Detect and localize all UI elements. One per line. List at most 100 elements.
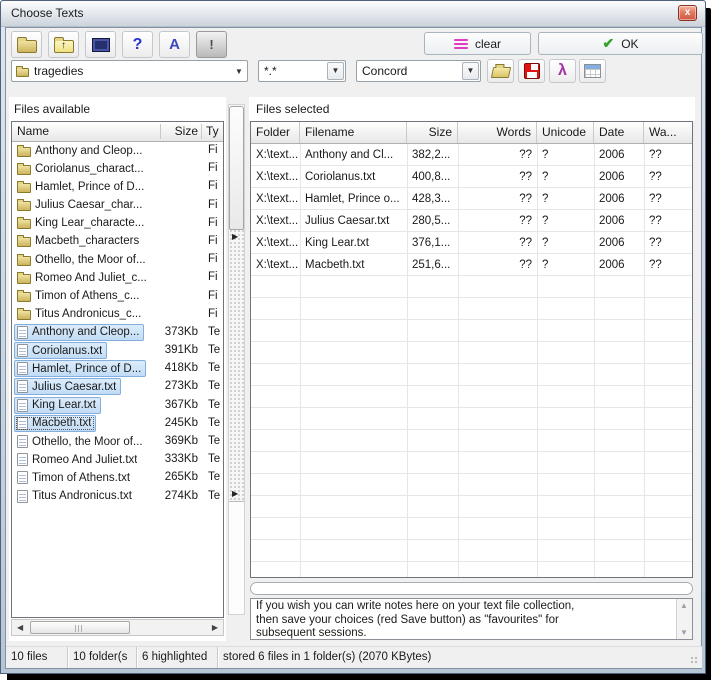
file-name: Timon of Athens.txt <box>32 472 130 484</box>
table-row[interactable]: X:\text...King Lear.txt376,1...???2006?? <box>251 232 692 254</box>
table-row[interactable]: X:\text...Coriolanus.txt400,8...???2006?… <box>251 166 692 188</box>
table-row[interactable]: X:\text...Hamlet, Prince o...428,3...???… <box>251 188 692 210</box>
chevron-down-icon[interactable]: ▼ <box>327 62 344 80</box>
splitter-arrow-icon[interactable]: ▶ <box>232 232 238 241</box>
folder-up-button[interactable]: ↑ <box>48 31 79 58</box>
list-item-folder[interactable]: Hamlet, Prince of D...Fi <box>12 178 223 196</box>
lambda-button[interactable]: λ <box>549 59 576 83</box>
scrollbar-thumb[interactable] <box>30 621 130 634</box>
type-cell: Te <box>208 362 220 374</box>
grid-window-button[interactable] <box>579 59 606 83</box>
column-size[interactable]: Size <box>175 124 198 138</box>
folder-name: Coriolanus_charact... <box>35 163 144 175</box>
table-cell: ? <box>537 232 594 254</box>
list-item-folder[interactable]: Macbeth_charactersFi <box>12 233 223 251</box>
table-row[interactable]: X:\text...Macbeth.txt251,6...???2006?? <box>251 254 692 276</box>
scroll-right-icon[interactable]: ▶ <box>212 623 218 632</box>
table-cell: ? <box>537 188 594 210</box>
title-bar[interactable]: Choose Texts x <box>1 1 705 27</box>
size-cell: 391Kb <box>165 344 198 356</box>
table-row[interactable]: X:\text...Julius Caesar.txt280,5...???20… <box>251 210 692 232</box>
scrollbar-thumb[interactable] <box>229 106 244 230</box>
table-cell: 2006 <box>594 144 644 166</box>
help-button[interactable]: ? <box>122 31 153 58</box>
view-button[interactable] <box>85 31 116 58</box>
list-item-file[interactable]: King Lear.txt367KbTe <box>12 397 223 415</box>
list-item-folder[interactable]: Julius Caesar_char...Fi <box>12 197 223 215</box>
column-type[interactable]: Ty <box>206 124 219 138</box>
scroll-down-icon[interactable]: ▼ <box>680 628 688 637</box>
status-files: 10 files <box>6 647 68 668</box>
type-cell: Fi <box>208 290 218 302</box>
header-divider <box>160 124 161 139</box>
type-cell: Fi <box>208 217 218 229</box>
tool-combo[interactable]: Concord ▼ <box>356 60 481 82</box>
column-unicode[interactable]: Unicode <box>537 122 594 143</box>
column-warnings[interactable]: Wa... <box>644 122 692 143</box>
list-item-file[interactable]: Timon of Athens.txt265KbTe <box>12 469 223 487</box>
text-file-icon <box>17 362 28 375</box>
chevron-down-icon[interactable]: ▼ <box>462 62 479 80</box>
vertical-scrollbar[interactable]: ▶ ▶ <box>228 104 245 615</box>
clear-label: clear <box>475 37 501 51</box>
type-cell: Fi <box>208 162 218 174</box>
folder-combo[interactable]: tragedies ▼ <box>11 60 248 82</box>
list-item-file[interactable]: Anthony and Cleop...373KbTe <box>12 324 223 342</box>
column-size[interactable]: Size <box>407 122 458 143</box>
list-item-folder[interactable]: Titus Andronicus_c...Fi <box>12 306 223 324</box>
table-row[interactable]: X:\text...Anthony and Cl...382,2...???20… <box>251 144 692 166</box>
column-words[interactable]: Words <box>458 122 537 143</box>
drive-button-disabled: ! <box>196 31 227 58</box>
list-item-folder[interactable]: Timon of Athens_c...Fi <box>12 288 223 306</box>
text-file-icon <box>17 435 28 448</box>
file-name: Romeo And Juliet.txt <box>32 454 137 466</box>
ok-button[interactable]: ✔ OK <box>538 32 703 55</box>
table-cell: 376,1... <box>407 232 458 254</box>
list-item-folder[interactable]: Anthony and Cleop...Fi <box>12 142 223 160</box>
folder-icon <box>17 274 31 284</box>
table-cell: ? <box>537 210 594 232</box>
open-folder-button[interactable] <box>11 31 42 58</box>
row-highlight: Macbeth_characters <box>14 233 144 250</box>
list-item-file[interactable]: Romeo And Juliet.txt333KbTe <box>12 451 223 469</box>
files-available-list[interactable]: Name Size Ty Anthony and Cleop...FiCorio… <box>11 121 224 618</box>
list-item-folder[interactable]: Othello, the Moor of...Fi <box>12 251 223 269</box>
file-name: Anthony and Cleop... <box>32 326 139 338</box>
column-filename[interactable]: Filename <box>300 122 407 143</box>
list-item-file[interactable]: Titus Andronicus.txt274KbTe <box>12 488 223 506</box>
table-cell: ?? <box>458 210 537 232</box>
pattern-combo[interactable]: *.* ▼ <box>258 60 346 82</box>
notes-text[interactable]: If you wish you can write notes here on … <box>256 600 672 641</box>
notes-area[interactable]: If you wish you can write notes here on … <box>250 598 693 640</box>
choose-texts-window: Choose Texts x ↑ ? A ! clear ✔ OK trage <box>0 0 706 674</box>
list-item-file[interactable]: Coriolanus.txt391KbTe <box>12 342 223 360</box>
clear-button[interactable]: clear <box>424 32 531 55</box>
folder-icon <box>17 237 31 247</box>
notes-scrollbar[interactable]: ▲ ▼ <box>676 599 692 639</box>
column-date[interactable]: Date <box>594 122 644 143</box>
font-button[interactable]: A <box>159 31 190 58</box>
splitter-arrow-icon[interactable]: ▶ <box>232 489 238 498</box>
list-item-folder[interactable]: Coriolanus_charact... Fi <box>12 160 223 178</box>
open-folder-icon <box>490 67 510 78</box>
column-name[interactable]: Name <box>17 124 49 138</box>
row-highlight: King Lear.txt <box>14 397 101 414</box>
chevron-down-icon[interactable]: ▼ <box>231 67 247 76</box>
close-button[interactable]: x <box>678 5 697 21</box>
open-favourites-button[interactable] <box>487 59 514 83</box>
files-selected-table[interactable]: Folder Filename Size Words Unicode Date … <box>250 121 693 578</box>
list-item-file[interactable]: Othello, the Moor of...369KbTe <box>12 433 223 451</box>
list-item-file[interactable]: Hamlet, Prince of D...418KbTe <box>12 360 223 378</box>
files-selected-title: Files selected <box>249 97 695 116</box>
horizontal-scrollbar[interactable]: ◀ ▶ <box>11 619 224 636</box>
list-item-folder[interactable]: Romeo And Juliet_c...Fi <box>12 269 223 287</box>
list-item-file[interactable]: Julius Caesar.txt273KbTe <box>12 378 223 396</box>
save-favourites-button[interactable] <box>518 59 545 83</box>
resize-grip[interactable] <box>690 656 699 665</box>
list-item-file[interactable]: Macbeth.txt245KbTe <box>12 415 223 433</box>
scroll-up-icon[interactable]: ▲ <box>680 601 688 610</box>
column-folder[interactable]: Folder <box>251 122 300 143</box>
scroll-left-icon[interactable]: ◀ <box>17 623 23 632</box>
list-item-folder[interactable]: King Lear_characte...Fi <box>12 215 223 233</box>
folder-icon <box>17 147 31 157</box>
